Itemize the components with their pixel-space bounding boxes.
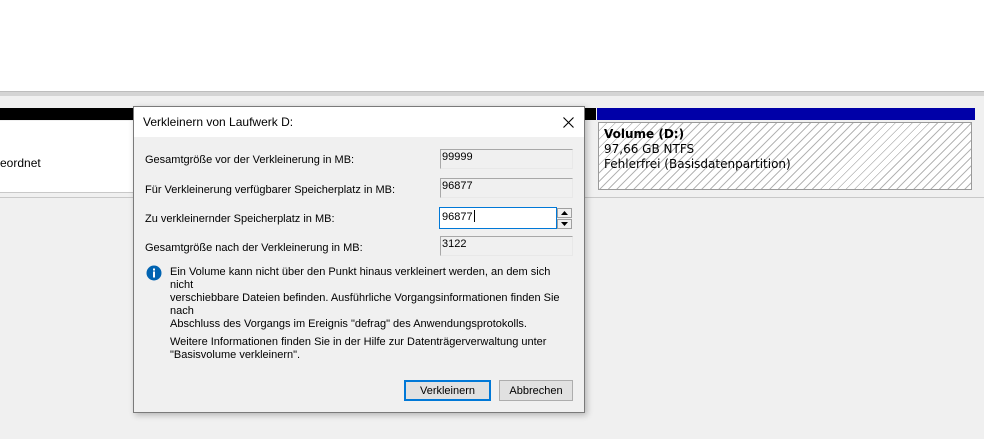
info-icon xyxy=(146,265,162,281)
shrink-dialog: Verkleinern von Laufwerk D: Gesamtgröße … xyxy=(133,106,585,413)
volume-d-partition[interactable]: Volume (D:) 97,66 GB NTFS Fehlerfrei (Ba… xyxy=(598,122,972,190)
size-after-label: Gesamtgröße nach der Verkleinerung in MB… xyxy=(145,242,363,254)
info-line: Ein Volume kann nicht über den Punkt hin… xyxy=(170,266,551,291)
dialog-titlebar[interactable]: Verkleinern von Laufwerk D: xyxy=(134,107,584,137)
cancel-button[interactable]: Abbrechen xyxy=(499,380,573,401)
volume-size: 97,66 GB NTFS xyxy=(604,142,695,156)
spin-down-button[interactable] xyxy=(557,219,572,229)
help-text: Weitere Informationen finden Sie in der … xyxy=(170,336,576,362)
shrink-button[interactable]: Verkleinern xyxy=(404,380,491,401)
volume-status: Fehlerfrei (Basisdatenpartition) xyxy=(604,157,791,171)
size-after-value: 3122 xyxy=(440,236,573,256)
top-pane xyxy=(0,0,984,91)
info-text: Ein Volume kann nicht über den Punkt hin… xyxy=(170,266,576,331)
shrink-amount-input[interactable]: 96877 xyxy=(439,207,557,229)
spin-up-button[interactable] xyxy=(557,208,572,218)
primary-partition-bar xyxy=(597,108,975,120)
size-before-value: 99999 xyxy=(440,149,573,169)
shrink-amount-text: 96877 xyxy=(442,211,473,223)
help-line: "Basisvolume verkleinern". xyxy=(170,349,301,361)
dialog-title: Verkleinern von Laufwerk D: xyxy=(143,115,294,129)
available-space-label: Für Verkleinerung verfügbarer Speicherpl… xyxy=(145,184,396,196)
pane-splitter[interactable] xyxy=(0,91,984,96)
info-line: verschiebbare Dateien befinden. Ausführl… xyxy=(170,292,560,317)
info-line: Abschluss des Vorgangs im Ereignis "defr… xyxy=(170,318,527,330)
unallocated-partition[interactable]: eordnet xyxy=(0,121,138,193)
unallocated-label: eordnet xyxy=(0,156,41,170)
chevron-down-icon xyxy=(561,222,568,226)
shrink-amount-label: Zu verkleinernder Speicherplatz in MB: xyxy=(145,213,335,225)
chevron-up-icon xyxy=(561,211,568,215)
bar-gap xyxy=(975,108,984,120)
size-before-label: Gesamtgröße vor der Verkleinerung in MB: xyxy=(145,154,355,166)
close-icon xyxy=(562,116,574,128)
shrink-amount-spinner xyxy=(557,208,572,229)
available-space-value: 96877 xyxy=(440,178,573,198)
text-caret xyxy=(473,210,475,222)
volume-name: Volume (D:) xyxy=(604,127,685,141)
help-line: Weitere Informationen finden Sie in der … xyxy=(170,336,547,348)
close-button[interactable] xyxy=(552,107,584,137)
